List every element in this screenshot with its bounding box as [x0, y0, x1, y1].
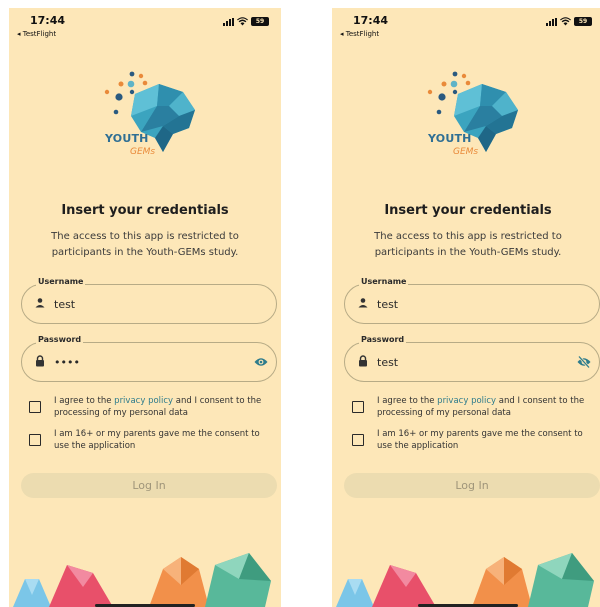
age-consent-row: I am 16+ or my parents gave me the conse… [29, 428, 275, 452]
username-value: test [377, 298, 399, 311]
login-button[interactable]: Log In [344, 473, 600, 498]
age-consent-checkbox[interactable] [352, 434, 364, 446]
username-label: Username [359, 277, 409, 286]
person-icon [358, 298, 368, 308]
username-label: Username [36, 277, 86, 286]
age-consent-checkbox[interactable] [29, 434, 41, 446]
status-icons: 59 [223, 17, 269, 26]
eye-off-icon[interactable] [577, 356, 591, 368]
privacy-consent-checkbox[interactable] [29, 401, 41, 413]
signal-icon [546, 17, 557, 26]
back-to-testflight-link[interactable]: ◂ TestFlight [17, 30, 56, 38]
privacy-consent-text: I agree to the privacy policy and I cons… [377, 396, 585, 418]
age-consent-text: I am 16+ or my parents gave me the conse… [377, 429, 583, 451]
back-to-testflight-link[interactable]: ◂ TestFlight [340, 30, 379, 38]
clock: 17:44 [353, 14, 389, 27]
clock: 17:44 [30, 14, 66, 27]
password-field[interactable]: Password •••• [21, 335, 277, 382]
page-subtitle: The access to this app is restricted to … [374, 231, 562, 258]
privacy-consent-row: I agree to the privacy policy and I cons… [352, 395, 598, 419]
login-screen-right: 17:44 ◂ TestFlight 59 YOUTH GEMs Insert … [332, 8, 600, 607]
age-consent-text: I am 16+ or my parents gave me the conse… [54, 429, 260, 451]
password-label: Password [359, 335, 407, 344]
username-value: test [54, 298, 76, 311]
username-field[interactable]: Username test [21, 277, 277, 324]
signal-icon [223, 17, 234, 26]
gems-decoration-icon [13, 553, 271, 607]
logo-youth-text: YOUTH [105, 132, 149, 145]
page-subtitle: The access to this app is restricted to … [51, 231, 239, 258]
page-title: Insert your credentials [61, 203, 229, 218]
person-icon [35, 298, 45, 308]
username-field[interactable]: Username test [344, 277, 600, 324]
status-bar: 17:44 ◂ TestFlight 59 [9, 14, 281, 42]
logo-youth-text: YOUTH [428, 132, 472, 145]
password-value: •••• [54, 356, 80, 369]
battery-icon: 59 [574, 17, 592, 26]
privacy-policy-link[interactable]: privacy policy [437, 396, 496, 406]
wifi-icon [237, 17, 248, 26]
login-screen-left: 17:44 ◂ TestFlight 59 YOUTH GEMs Insert … [9, 8, 281, 607]
logo-gems-text: GEMs [130, 147, 156, 157]
eye-icon[interactable] [254, 356, 268, 368]
gems-decoration-icon [336, 553, 594, 607]
password-label: Password [36, 335, 84, 344]
login-button[interactable]: Log In [21, 473, 277, 498]
lock-icon [36, 355, 44, 367]
privacy-consent-checkbox[interactable] [352, 401, 364, 413]
wifi-icon [560, 17, 571, 26]
password-field[interactable]: Password test [344, 335, 600, 382]
page-title: Insert your credentials [384, 203, 552, 218]
status-icons: 59 [546, 17, 592, 26]
privacy-policy-link[interactable]: privacy policy [114, 396, 173, 406]
privacy-consent-text: I agree to the privacy policy and I cons… [54, 396, 262, 418]
privacy-consent-row: I agree to the privacy policy and I cons… [29, 395, 275, 419]
age-consent-row: I am 16+ or my parents gave me the conse… [352, 428, 598, 452]
logo-gems-text: GEMs [453, 147, 479, 157]
password-value: test [377, 356, 399, 369]
battery-icon: 59 [251, 17, 269, 26]
status-bar: 17:44 ◂ TestFlight 59 [332, 14, 600, 42]
lock-icon [359, 355, 367, 367]
